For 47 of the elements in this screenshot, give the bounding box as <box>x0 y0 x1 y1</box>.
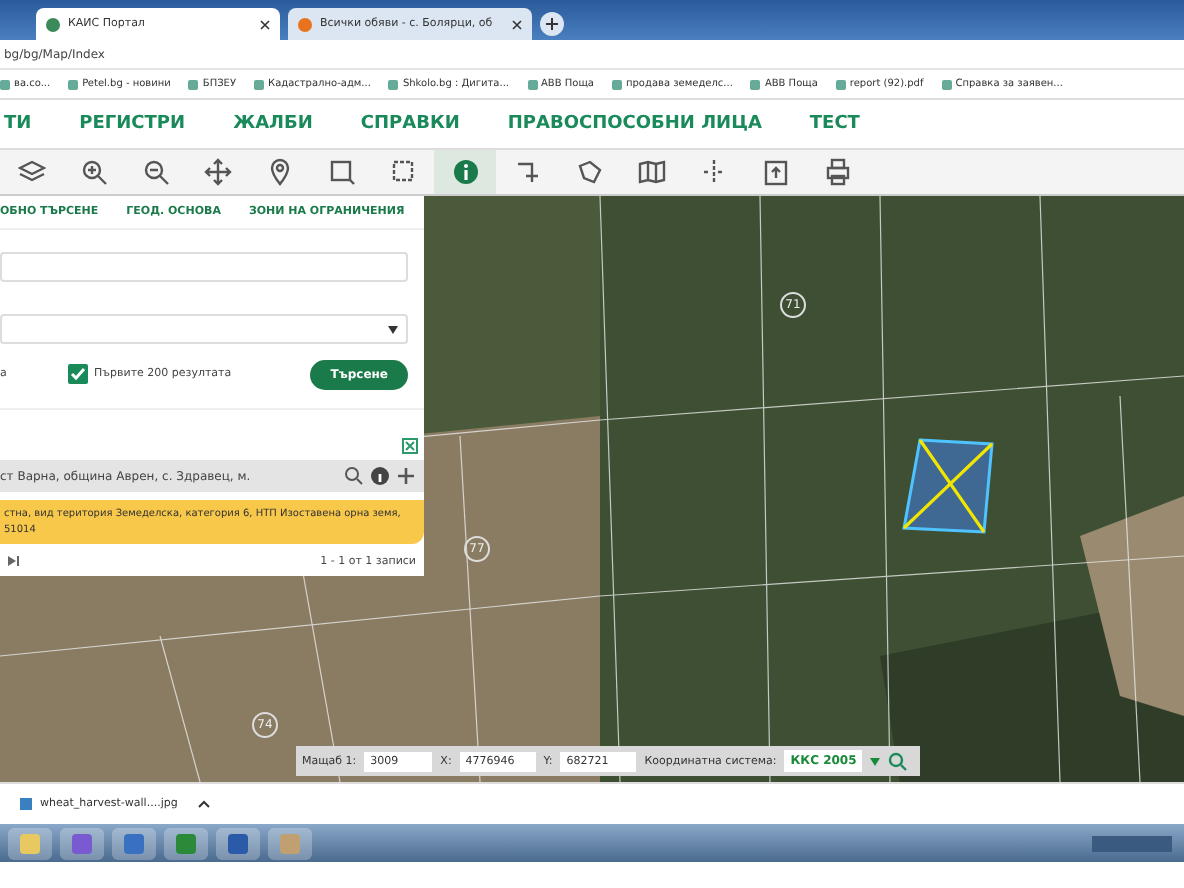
selected-parcel-drawing[interactable] <box>900 436 996 536</box>
info-icon <box>451 158 479 186</box>
layers-icon <box>17 158 45 186</box>
tab-icon <box>298 17 312 31</box>
nav-menu-item[interactable]: ЖАЛБИ <box>233 114 313 134</box>
last-page-icon[interactable] <box>8 556 20 566</box>
select-box-icon <box>327 158 355 186</box>
nav-menu-item[interactable]: РЕГИСТРИ <box>79 114 186 134</box>
zoom-in-icon <box>79 158 107 186</box>
upload-icon <box>761 158 789 186</box>
new-tab-button[interactable] <box>540 12 564 36</box>
bookmark-icon <box>941 79 952 89</box>
print-icon <box>823 158 851 186</box>
zoom-out-icon <box>141 158 169 186</box>
caret-icon <box>388 325 398 333</box>
toolbar-button[interactable] <box>434 150 496 194</box>
tab-icon <box>46 17 60 31</box>
plus-icon <box>546 18 558 30</box>
bookmark-icon <box>188 79 199 89</box>
bookmark-icon <box>835 79 846 89</box>
bookmark-icon <box>0 79 10 89</box>
nav-menu-item[interactable]: ТЕСТ <box>809 114 860 134</box>
input-field[interactable] <box>0 252 408 282</box>
nav-menu-item[interactable]: ПРАВОСПОСОБНИ ЛИЦА <box>507 114 762 134</box>
info-icon[interactable] <box>370 466 390 486</box>
image-file-icon <box>20 798 32 810</box>
close-icon[interactable] <box>512 19 522 29</box>
map-icon <box>637 158 665 186</box>
pin-icon <box>265 158 293 186</box>
expand-icon[interactable] <box>402 438 418 454</box>
dropdown-field[interactable] <box>0 314 408 344</box>
caret-icon[interactable] <box>197 800 210 808</box>
pan-icon <box>203 158 231 186</box>
checkbox[interactable] <box>68 364 88 384</box>
close-icon[interactable] <box>260 19 270 29</box>
search-icon[interactable] <box>888 751 909 771</box>
bookmark-icon <box>388 79 399 89</box>
nav-menu-item[interactable]: ТИ <box>4 114 32 134</box>
bookmark-icon <box>254 79 265 89</box>
bookmark-icon <box>750 79 761 89</box>
taskbar-app-icon[interactable] <box>216 827 260 859</box>
nav-menu-item[interactable]: СПРАВКИ <box>360 114 460 134</box>
plus-icon[interactable] <box>396 466 416 486</box>
search-icon[interactable] <box>344 466 364 486</box>
bookmark-icon <box>611 79 622 89</box>
bookmark-icon <box>68 79 79 89</box>
bookmark-icon <box>527 79 538 89</box>
